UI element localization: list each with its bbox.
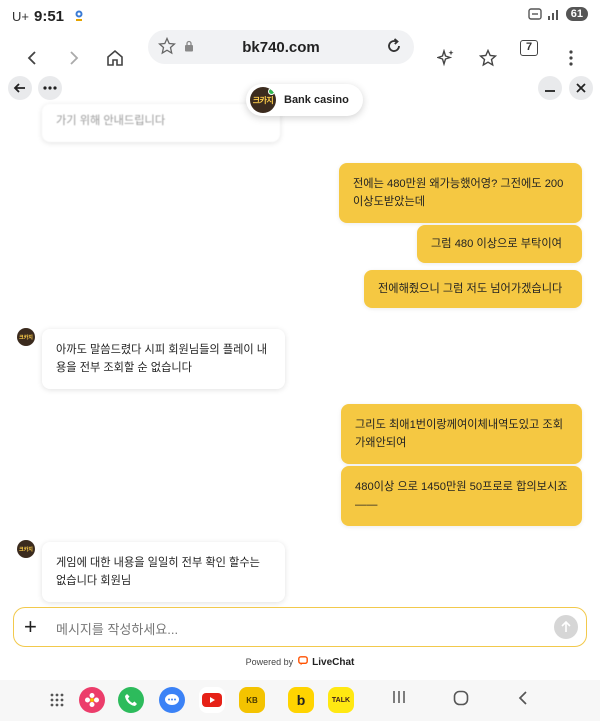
kakaobank-app[interactable]: b — [288, 687, 314, 713]
arrow-up-icon — [561, 621, 571, 632]
home-circle-icon — [453, 690, 469, 706]
close-button[interactable] — [569, 76, 593, 100]
system-taskbar: KB b TALK — [0, 680, 600, 721]
signal-icon — [547, 10, 558, 20]
recents-icon — [393, 691, 405, 703]
apps-grid-button[interactable] — [44, 687, 70, 713]
back-button[interactable] — [18, 44, 46, 72]
chat-bubble-icon — [165, 694, 179, 705]
agent-avatar-small: 크카지 — [17, 328, 35, 346]
arrow-left-icon — [13, 83, 25, 93]
message-bubble-agent: 가기 위해 안내드립니다 — [42, 104, 280, 142]
message-bubble-user: 그럼 480 이상으로 부탁이여 — [417, 225, 582, 263]
apps-grid-icon — [50, 693, 64, 707]
ai-assist-button[interactable] — [432, 44, 460, 72]
online-indicator — [268, 88, 275, 95]
message-bubble-user: 그리도 최애1번이랑께여이체내역도있고 조회가왜안되여 — [341, 404, 582, 464]
recents-button[interactable] — [392, 690, 406, 709]
powered-by[interactable]: Powered by LiveChat — [0, 656, 600, 668]
flower-icon — [85, 693, 99, 707]
bookmarks-button[interactable] — [474, 44, 502, 72]
minimize-button[interactable] — [538, 76, 562, 100]
send-button[interactable] — [554, 615, 578, 639]
message-bubble-agent: 아까도 말씀드렸다 시피 회원님들의 플레이 내용을 전부 조회할 순 없습니다 — [42, 329, 285, 389]
agent-avatar-small: 크카지 — [17, 540, 35, 558]
wifi-calling-icon — [528, 8, 542, 20]
battery-icon: 61 — [565, 7, 588, 21]
kb-bank-app[interactable]: KB — [239, 687, 265, 713]
agent-name: Bank casino — [284, 94, 349, 106]
reload-icon[interactable] — [384, 36, 404, 56]
livechat-brand: LiveChat — [312, 657, 355, 668]
youtube-app[interactable] — [199, 687, 225, 713]
status-icons: 61 — [528, 7, 588, 21]
nav-back-icon — [518, 691, 527, 705]
agent-avatar: 크카지 — [250, 87, 276, 113]
location-icon — [75, 10, 83, 21]
status-bar: U+ 9:51 61 — [0, 0, 600, 34]
agent-avatar-small-logo: 크카지 — [19, 546, 33, 553]
attach-plus-icon[interactable]: + — [24, 616, 37, 638]
home-button[interactable] — [101, 44, 129, 72]
clock: 9:51 — [34, 8, 65, 25]
chat-back-button[interactable] — [8, 76, 32, 100]
back-nav-button[interactable] — [517, 690, 529, 711]
gallery-app[interactable] — [79, 687, 105, 713]
message-composer[interactable]: + 메시지를 작성하세요... — [13, 607, 587, 647]
agent-avatar-logo: 크카지 — [252, 95, 274, 105]
more-vertical-icon — [569, 50, 573, 66]
message-bubble-user: 전에해줬으니 그럼 저도 넘어가겠습니다 — [364, 270, 582, 308]
message-bubble-user: 전에는 480만원 왜가능했어영? 그전에도 200이상도받았는데 — [339, 163, 582, 223]
agent-avatar-small-logo: 크카지 — [19, 334, 33, 341]
home-icon — [107, 49, 123, 66]
message-input[interactable]: 메시지를 작성하세요... — [56, 619, 178, 638]
livechat-logo-icon — [297, 656, 308, 666]
carrier-label: U+ — [12, 9, 29, 24]
chevron-left-icon — [27, 51, 36, 65]
forward-button[interactable] — [60, 44, 88, 72]
more-horizontal-icon — [43, 86, 57, 90]
message-bubble-agent: 게임에 대한 내용을 일일히 전부 확인 할수는 없습니다 회원님 — [42, 542, 285, 602]
youtube-icon — [202, 693, 222, 707]
close-icon — [576, 83, 586, 93]
chevron-right-icon — [70, 51, 79, 65]
powered-by-label: Powered by — [245, 657, 294, 667]
address-bar[interactable]: bk740.com — [148, 30, 414, 64]
kakaotalk-app[interactable]: TALK — [328, 687, 354, 713]
phone-app[interactable] — [118, 687, 144, 713]
minimize-icon — [545, 90, 555, 92]
url-text: bk740.com — [242, 39, 320, 56]
sparkle-icon — [437, 49, 454, 67]
phone-icon — [125, 694, 137, 706]
tabs-button[interactable]: 7 — [520, 40, 538, 56]
home-nav-button[interactable] — [453, 690, 469, 711]
star-icon — [479, 49, 497, 67]
message-bubble-user: 480이상 으로 1450만원 50프로로 합의보시죠 —— — [341, 466, 582, 526]
chat-options-button[interactable] — [38, 76, 62, 100]
messages-app[interactable] — [159, 687, 185, 713]
agent-info[interactable]: 크카지 Bank casino — [246, 84, 363, 116]
menu-button[interactable] — [557, 44, 585, 72]
